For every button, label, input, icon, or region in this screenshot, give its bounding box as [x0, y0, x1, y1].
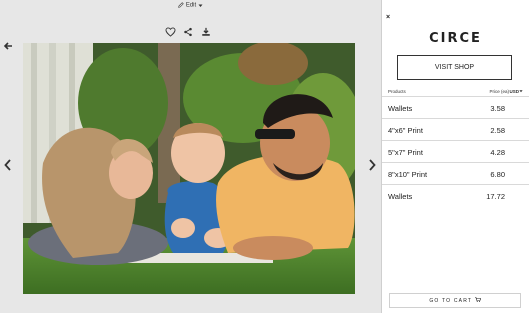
product-row[interactable]: 5"x7" Print 4.28	[382, 140, 529, 163]
gallery-viewer: Edit	[0, 0, 381, 313]
product-row[interactable]: 8"x10" Print 6.80	[382, 162, 529, 185]
share-icon[interactable]	[182, 26, 194, 38]
product-price: 17.72	[486, 192, 505, 201]
product-price: 2.58	[490, 126, 505, 135]
go-to-cart-label: GO TO CART	[429, 298, 473, 304]
price-column-header: Price (ea)	[489, 89, 509, 94]
shop-name: CIRCE	[429, 31, 482, 46]
edit-menu[interactable]: Edit	[0, 2, 381, 13]
product-row[interactable]: Wallets 17.72	[382, 184, 529, 207]
products-column-header: Products	[388, 89, 406, 94]
caret-down-icon	[198, 4, 203, 7]
product-row[interactable]: 4"x6" Print 2.58	[382, 118, 529, 141]
currency-label: USD	[509, 89, 519, 94]
pencil-icon	[178, 2, 184, 8]
product-name: Wallets	[388, 104, 413, 113]
product-name: 4"x6" Print	[388, 126, 423, 135]
product-price: 4.28	[490, 148, 505, 157]
product-name: 5"x7" Print	[388, 148, 423, 157]
product-price: 3.58	[490, 104, 505, 113]
back-arrow-icon[interactable]	[3, 41, 13, 51]
edit-label: Edit	[185, 2, 197, 9]
next-photo-icon[interactable]	[369, 159, 376, 171]
family-photo	[23, 43, 355, 294]
cart-icon	[474, 297, 481, 302]
currency-select[interactable]: USD	[509, 89, 523, 94]
caret-down-icon	[519, 90, 523, 93]
product-name: Wallets	[388, 192, 413, 201]
heart-icon[interactable]	[164, 26, 176, 38]
visit-shop-button[interactable]: VISIT SHOP	[397, 55, 512, 80]
download-icon[interactable]	[200, 26, 212, 38]
product-row[interactable]: Wallets 3.58	[382, 96, 529, 119]
go-to-cart-button[interactable]: GO TO CART	[389, 293, 521, 308]
product-name: 8"x10" Print	[388, 170, 428, 179]
close-icon[interactable]: ×	[386, 14, 390, 21]
photo-actions	[164, 26, 212, 38]
product-price: 6.80	[490, 170, 505, 179]
shop-panel: × CIRCE VISIT SHOP Products Price (ea) U…	[382, 0, 529, 313]
previous-photo-icon[interactable]	[4, 159, 11, 171]
